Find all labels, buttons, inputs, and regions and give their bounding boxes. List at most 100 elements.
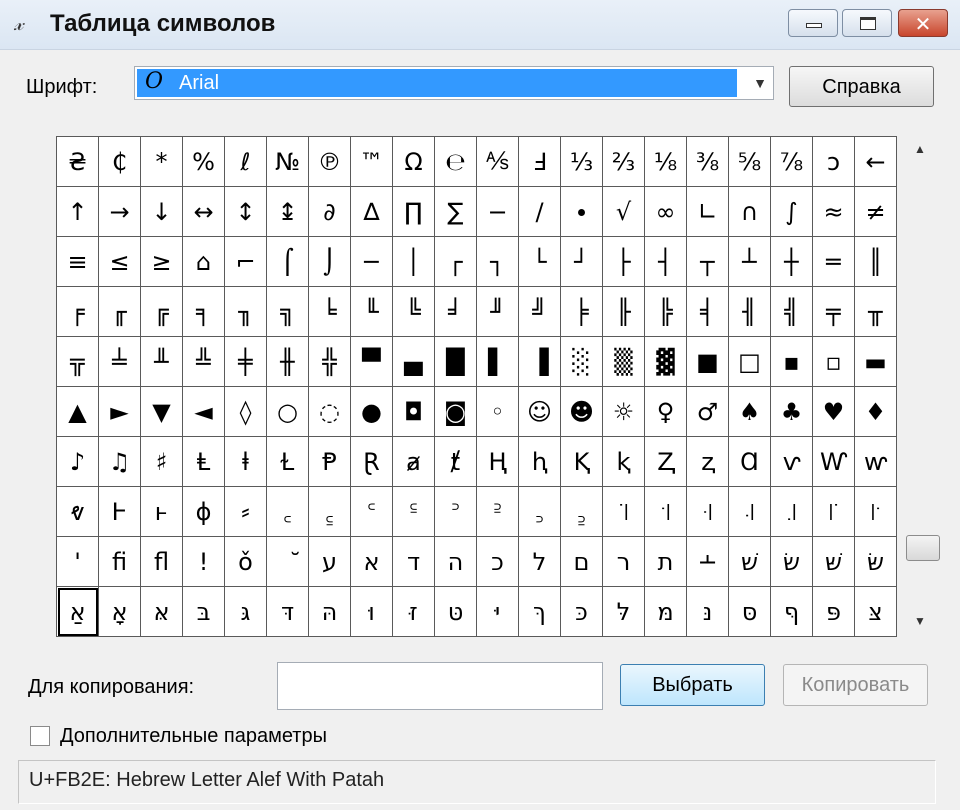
char-cell[interactable]: Ɫ [267,437,309,487]
char-cell[interactable]: ┼ [771,237,813,287]
char-cell[interactable]: ◦ [477,387,519,437]
char-cell[interactable]: ╟ [603,287,645,337]
char-cell[interactable]: ▼ [141,387,183,437]
char-cell[interactable]: ǃ [183,537,225,587]
char-cell[interactable]: ≤ [99,237,141,287]
select-button[interactable]: Выбрать [620,664,765,706]
char-cell[interactable]: ▄ [393,337,435,387]
char-cell[interactable]: ℮ [435,137,477,187]
char-cell[interactable]: ╢ [729,287,771,337]
char-cell[interactable]: ♦ [855,387,897,437]
char-cell[interactable]: ├ [603,237,645,287]
char-cell[interactable]: פּ [813,587,855,637]
char-cell[interactable]: ▌ [477,337,519,387]
char-cell[interactable]: ═ [813,237,855,287]
char-cell[interactable]: ∂ [309,187,351,237]
advanced-label[interactable]: Дополнительные параметры [60,725,327,748]
char-cell[interactable]: ▐ [519,337,561,387]
char-cell[interactable]: ⱬ [687,437,729,487]
char-cell[interactable]: ꜍ [813,487,855,537]
char-cell[interactable]: ☼ [603,387,645,437]
char-cell[interactable]: ┐ [477,237,519,287]
char-cell[interactable]: וּ [351,587,393,637]
char-cell[interactable]: ≡ [57,237,99,287]
char-cell[interactable]: ה [435,537,477,587]
char-cell[interactable]: ╞ [561,287,603,337]
char-cell[interactable]: № [267,137,309,187]
char-cell[interactable]: ™ [351,137,393,187]
char-cell[interactable]: ≈ [813,187,855,237]
char-cell[interactable]: ╔ [141,287,183,337]
char-cell[interactable]: ꜌ [771,487,813,537]
char-cell[interactable]: ┬ [687,237,729,287]
char-cell[interactable]: ┘ [561,237,603,287]
char-cell[interactable]: שּׁ [813,537,855,587]
char-cell[interactable]: יּ [477,587,519,637]
char-cell[interactable]: ⱪ [603,437,645,487]
character-grid[interactable]: ₴ ₵ *% ℓ № ℗ ™ Ω ℮ ⅍ Ⅎ ⅓ ⅔ ⅛ ⅜ ⅝ ⅞ ↄ ← ↑ → ↓ ↔ ↕ ↨ ∂ ∆ ∏ ∑ − ∕ ∙ √ ∞ ∟ ∩ ∫ ≈ ≠… [56,136,897,637]
char-cell[interactable]: סּ [729,587,771,637]
char-cell[interactable]: Ɑ [729,437,771,487]
char-cell[interactable]: ↑ [57,187,99,237]
title-bar[interactable]: 𝓍 Таблица символов ✕ [0,0,960,50]
char-cell[interactable]: אּ [141,587,183,637]
char-cell[interactable]: שּׂ [855,537,897,587]
char-cell[interactable]: █ [435,337,477,387]
char-cell[interactable]: ▫ [813,337,855,387]
char-cell[interactable]: Ᵽ [309,437,351,487]
char-cell[interactable]: ꜎ [855,487,897,537]
char-cell[interactable]: ⌠ [267,237,309,287]
char-cell[interactable]: ↨ [267,187,309,237]
char-cell[interactable]: ╘ [309,287,351,337]
char-cell[interactable]: ┌ [435,237,477,287]
char-cell[interactable]: שׂ [771,537,813,587]
char-cell[interactable]: ﬁ [99,537,141,587]
char-cell[interactable]: ⱦ [435,437,477,487]
char-cell[interactable]: Ω [393,137,435,187]
scroll-up-icon[interactable]: ▲ [914,142,926,156]
char-cell[interactable]: ╝ [519,287,561,337]
char-cell[interactable]: ♥ [813,387,855,437]
char-cell[interactable]: │ [393,237,435,287]
char-cell[interactable]: ꜉ [645,487,687,537]
char-cell[interactable]: ╚ [393,287,435,337]
char-cell[interactable]: Ⱶ [99,487,141,537]
char-cell[interactable]: − [477,187,519,237]
char-cell[interactable]: Ⱡ [183,437,225,487]
char-cell[interactable]: ↕ [225,187,267,237]
char-cell[interactable]: Ɽ [351,437,393,487]
char-cell[interactable]: ℗ [309,137,351,187]
char-cell[interactable]: ⅍ [477,137,519,187]
copy-field[interactable] [277,662,603,710]
char-cell[interactable]: ╧ [99,337,141,387]
char-cell[interactable]: ↄ [813,137,855,187]
char-cell[interactable]: ∙ [561,187,603,237]
char-cell[interactable]: ╛ [435,287,477,337]
char-cell[interactable]: % [183,137,225,187]
char-cell[interactable]: לּ [603,587,645,637]
char-cell[interactable]: אָ [99,587,141,637]
char-cell[interactable]: Ⱬ [645,437,687,487]
char-cell[interactable]: ■ [687,337,729,387]
char-cell[interactable]: Ⱪ [561,437,603,487]
char-cell[interactable]: ל [519,537,561,587]
char-cell[interactable]: ⱶ [141,487,183,537]
char-cell[interactable]: ɸ [183,487,225,537]
char-cell[interactable]: ○ [267,387,309,437]
char-cell[interactable]: ♯ [141,437,183,487]
char-cell[interactable]: ▀ [351,337,393,387]
char-cell[interactable]: ► [99,387,141,437]
char-cell[interactable]: □ [729,337,771,387]
close-button[interactable]: ✕ [898,9,948,37]
char-cell[interactable]: ┤ [645,237,687,287]
char-cell[interactable]: ףּ [771,587,813,637]
char-cell[interactable]: ⱡ [225,437,267,487]
char-cell[interactable]: ╬ [309,337,351,387]
minimize-button[interactable] [788,9,838,37]
char-cell[interactable]: ₴ [57,137,99,187]
char-cell[interactable]: ⌂ [183,237,225,287]
char-cell[interactable]: ⅓ [561,137,603,187]
char-cell[interactable]: ◌ [309,387,351,437]
char-cell[interactable]: ▲ [57,387,99,437]
char-cell[interactable]: ● [351,387,393,437]
